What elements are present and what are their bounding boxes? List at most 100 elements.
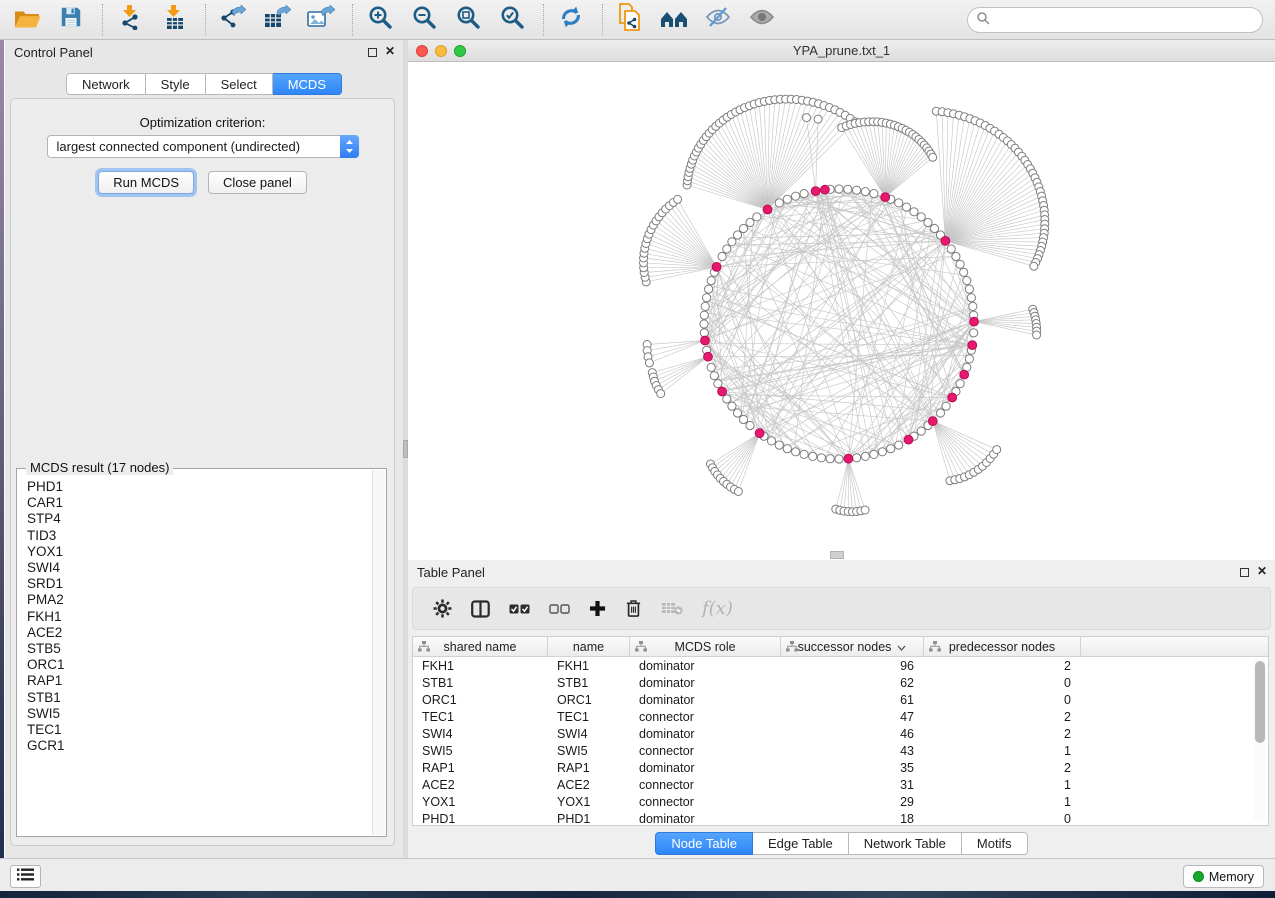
table-row[interactable]: ORC1ORC1dominator610: [413, 691, 1268, 708]
search-input[interactable]: [990, 12, 1262, 29]
column-header-shared-name[interactable]: shared name: [413, 637, 548, 656]
search-box[interactable]: [967, 7, 1263, 33]
mcds-result-item[interactable]: SWI4: [27, 560, 370, 576]
mcds-result-list[interactable]: PHD1CAR1STP4TID3YOX1SWI4SRD1PMA2FKH1ACE2…: [19, 479, 370, 834]
table-cell: PHD1: [413, 812, 548, 826]
mcds-result-scrollbar[interactable]: [372, 470, 385, 835]
table-row[interactable]: STB1STB1dominator620: [413, 674, 1268, 691]
mcds-result-item[interactable]: GCR1: [27, 738, 370, 754]
column-header-label: name: [573, 640, 604, 654]
float-panel-icon[interactable]: [368, 48, 377, 57]
table-row[interactable]: TEC1TEC1connector472: [413, 708, 1268, 725]
network-graph[interactable]: [408, 62, 1275, 560]
mcds-result-item[interactable]: SRD1: [27, 576, 370, 592]
table-scrollbar[interactable]: [1253, 659, 1266, 821]
export-table-button[interactable]: [260, 4, 294, 36]
zoom-out-button[interactable]: [407, 4, 441, 36]
tab-network[interactable]: Network: [66, 73, 146, 95]
mcds-result-item[interactable]: SWI5: [27, 706, 370, 722]
mcds-result-item[interactable]: PMA2: [27, 592, 370, 608]
table-row[interactable]: YOX1YOX1connector291: [413, 793, 1268, 810]
optimization-criterion-label: Optimization criterion:: [11, 115, 394, 130]
export-image-button[interactable]: [304, 4, 338, 36]
zoom-fit-button[interactable]: [451, 4, 485, 36]
table-row[interactable]: ACE2ACE2connector311: [413, 776, 1268, 793]
mcds-result-item[interactable]: RAP1: [27, 673, 370, 689]
table-row[interactable]: SWI4SWI4dominator462: [413, 725, 1268, 742]
tab-edge-table[interactable]: Edge Table: [753, 832, 849, 855]
table-row[interactable]: FKH1FKH1dominator962: [413, 657, 1268, 674]
refresh-button[interactable]: [554, 4, 588, 36]
close-panel-icon[interactable]: ✕: [1257, 564, 1267, 578]
column-header-predecessor-nodes[interactable]: predecessor nodes: [924, 637, 1081, 656]
import-network-button[interactable]: [113, 4, 147, 36]
optimization-criterion-select[interactable]: largest connected component (undirected): [47, 135, 359, 158]
delete-table-button[interactable]: [661, 601, 683, 616]
column-header-MCDS-role[interactable]: MCDS role: [630, 637, 781, 656]
table-cell: ACE2: [413, 778, 548, 792]
table-cell: connector: [630, 710, 781, 724]
network-view[interactable]: [408, 62, 1275, 560]
tab-style[interactable]: Style: [146, 73, 206, 95]
export-network-button[interactable]: [216, 4, 250, 36]
run-mcds-button[interactable]: Run MCDS: [98, 171, 194, 194]
function-builder-button[interactable]: f(x): [702, 598, 733, 619]
mcds-result-item[interactable]: STB5: [27, 641, 370, 657]
tab-select[interactable]: Select: [206, 73, 273, 95]
binoculars-icon: [660, 6, 688, 34]
table-mode-gear-button[interactable]: [433, 599, 452, 618]
tab-node-table[interactable]: Node Table: [655, 832, 753, 855]
tab-network-table[interactable]: Network Table: [849, 832, 962, 855]
column-header-label: successor nodes: [798, 640, 892, 654]
show-column-chooser-button[interactable]: [471, 600, 490, 618]
mcds-result-item[interactable]: YOX1: [27, 544, 370, 560]
mcds-result-item[interactable]: STB1: [27, 690, 370, 706]
show-graphics-details-button[interactable]: [745, 4, 779, 36]
hide-graphics-details-button[interactable]: [701, 4, 735, 36]
zoom-in-button[interactable]: [363, 4, 397, 36]
table-cell: YOX1: [548, 795, 630, 809]
close-panel-button[interactable]: Close panel: [208, 171, 307, 194]
table-row[interactable]: SWI5SWI5connector431: [413, 742, 1268, 759]
search-network-button[interactable]: [657, 4, 691, 36]
select-all-columns-button[interactable]: [509, 602, 530, 616]
open-session-button[interactable]: [10, 4, 44, 36]
mcds-result-item[interactable]: ACE2: [27, 625, 370, 641]
zoom-selected-button[interactable]: [495, 4, 529, 36]
table-cell: PHD1: [548, 812, 630, 826]
create-column-button[interactable]: [589, 600, 606, 617]
mcds-result-item[interactable]: TID3: [27, 528, 370, 544]
column-header-name[interactable]: name: [548, 637, 630, 656]
close-panel-icon[interactable]: ✕: [385, 44, 395, 58]
hierarchy-icon: [786, 641, 798, 655]
zoom-fit-icon: [455, 4, 481, 35]
unselect-all-columns-button[interactable]: [549, 602, 570, 616]
mcds-result-item[interactable]: STP4: [27, 511, 370, 527]
table-cell: SWI5: [413, 744, 548, 758]
floppy-disk-icon: [59, 5, 83, 34]
mcds-result-item[interactable]: PHD1: [27, 479, 370, 495]
import-table-button[interactable]: [157, 4, 191, 36]
column-header-successor-nodes[interactable]: successor nodes: [781, 637, 924, 656]
save-session-button[interactable]: [54, 4, 88, 36]
task-history-button[interactable]: [10, 865, 41, 888]
mcds-result-item[interactable]: TEC1: [27, 722, 370, 738]
horizontal-splitter-handle[interactable]: [830, 551, 844, 559]
sort-chevron-icon[interactable]: [897, 640, 906, 654]
scrollbar-thumb[interactable]: [1255, 661, 1265, 743]
table-row[interactable]: RAP1RAP1dominator352: [413, 759, 1268, 776]
mcds-panel: Optimization criterion: largest connecte…: [10, 98, 395, 846]
mcds-result-item[interactable]: CAR1: [27, 495, 370, 511]
delete-columns-button[interactable]: [625, 599, 642, 618]
mcds-result-item[interactable]: FKH1: [27, 609, 370, 625]
tab-motifs[interactable]: Motifs: [962, 832, 1028, 855]
table-row[interactable]: PHD1PHD1dominator180: [413, 810, 1268, 827]
float-panel-icon[interactable]: [1240, 568, 1249, 577]
network-window-titlebar[interactable]: YPA_prune.txt_1: [408, 40, 1275, 62]
share-document-button[interactable]: [613, 4, 647, 36]
tab-mcds[interactable]: MCDS: [273, 73, 342, 95]
control-tab-bar: NetworkStyleSelectMCDS: [5, 73, 403, 95]
memory-button[interactable]: Memory: [1183, 865, 1264, 888]
mcds-result-item[interactable]: ORC1: [27, 657, 370, 673]
table-header-row: shared name name MCDS role successor nodes p…: [413, 637, 1268, 657]
